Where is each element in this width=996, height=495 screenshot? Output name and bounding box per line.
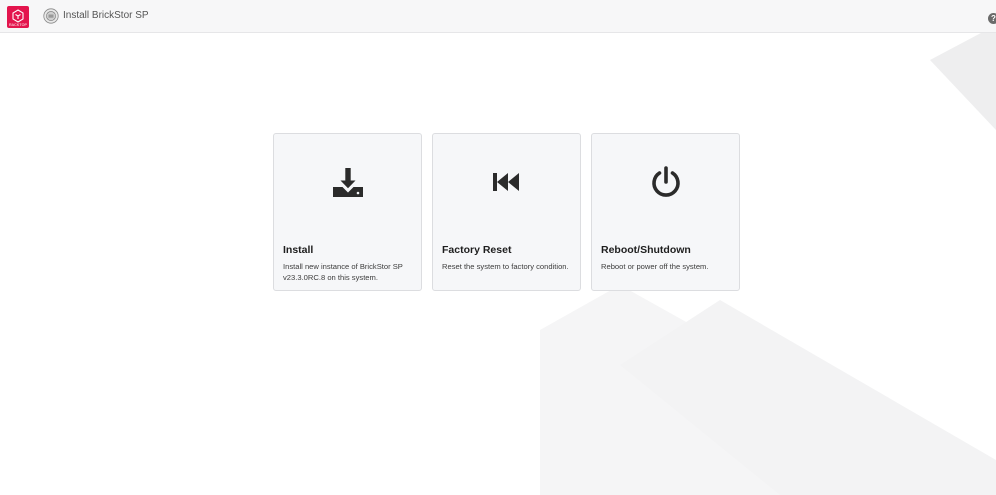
top-bar: RACKTOP Install BrickStor SP ? — [0, 0, 996, 33]
install-card[interactable]: Install Install new instance of BrickSto… — [273, 133, 422, 291]
reboot-shutdown-description: Reboot or power off the system. — [601, 262, 709, 271]
download-icon — [332, 168, 363, 197]
help-icon[interactable]: ? — [988, 13, 996, 24]
fast-backward-icon — [492, 173, 519, 191]
factory-reset-description: Reset the system to factory condition. — [442, 262, 569, 271]
factory-reset-card[interactable]: Factory Reset Reset the system to factor… — [432, 133, 581, 291]
factory-reset-title: Factory Reset — [442, 244, 512, 256]
app-title: Install BrickStor SP — [63, 10, 149, 21]
racktop-logo[interactable]: RACKTOP — [7, 6, 29, 28]
logo-text: RACKTOP — [8, 23, 27, 27]
reboot-shutdown-card[interactable]: Reboot/Shutdown Reboot or power off the … — [591, 133, 740, 291]
seal-icon — [43, 8, 59, 24]
install-title: Install — [283, 244, 314, 256]
install-description: Install new instance of BrickStor SP v23… — [283, 262, 403, 282]
power-icon — [651, 166, 680, 197]
reboot-shutdown-title: Reboot/Shutdown — [601, 244, 691, 256]
